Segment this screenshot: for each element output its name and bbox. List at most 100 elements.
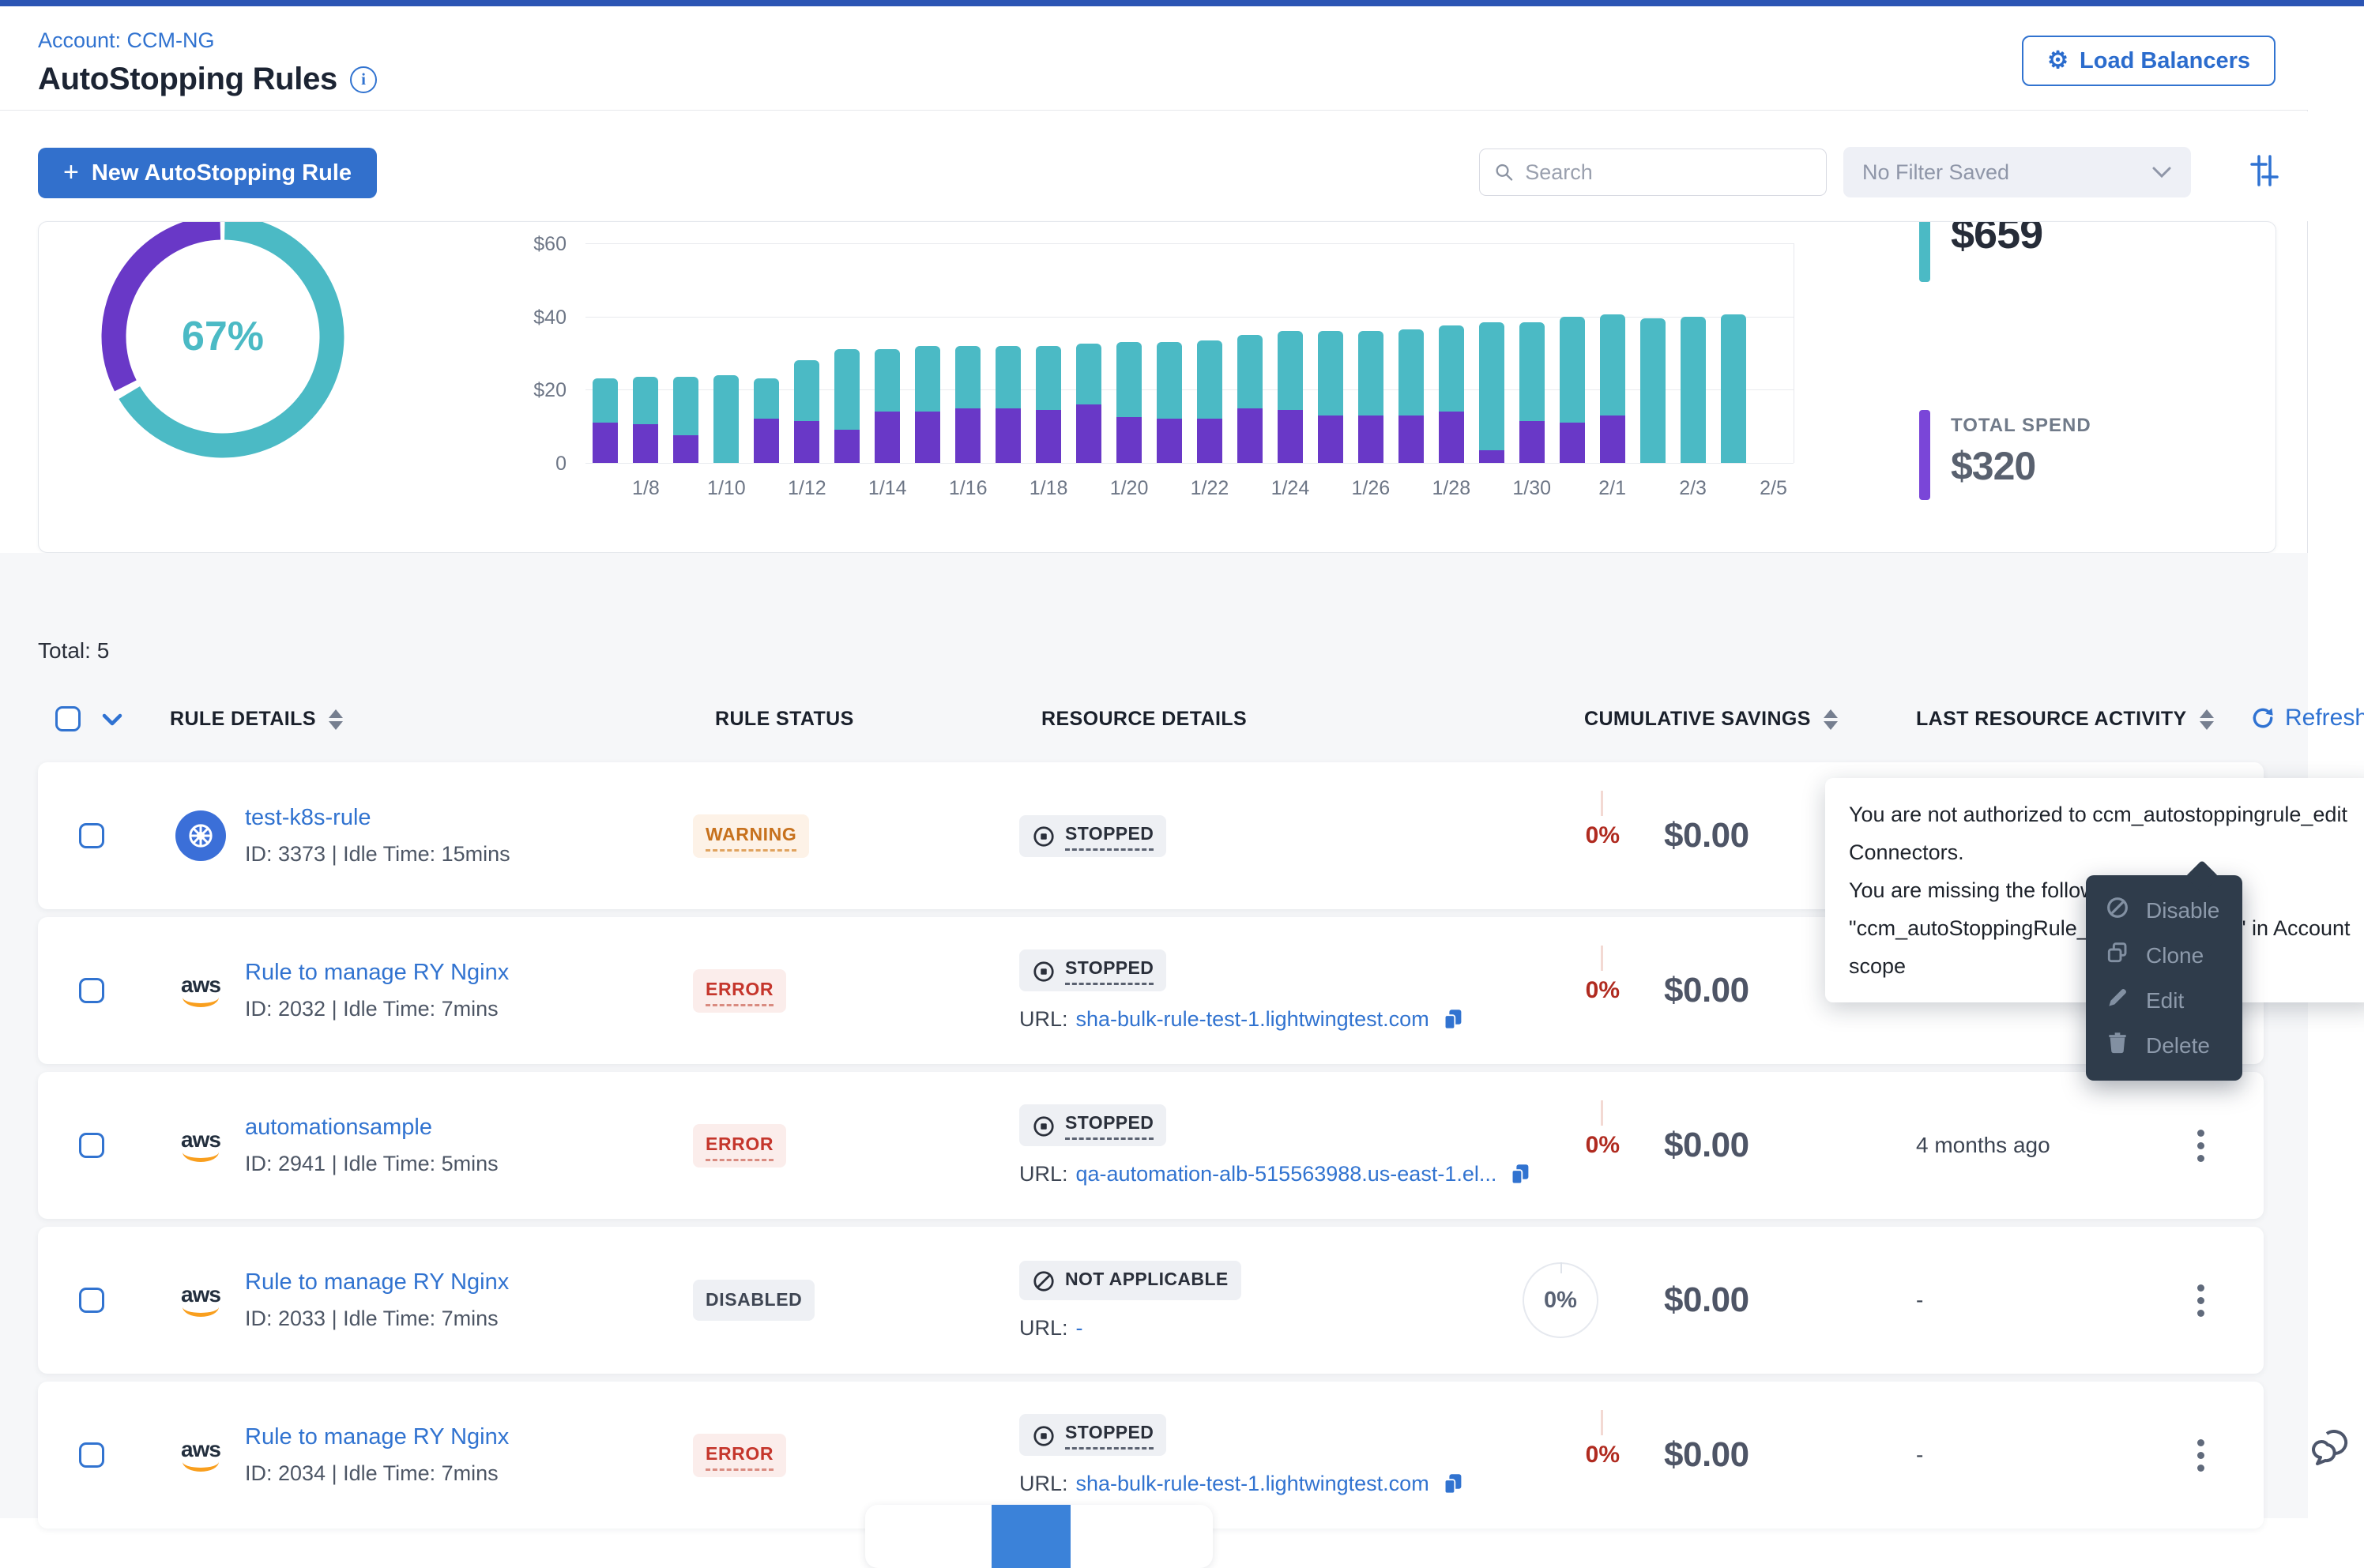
stacked-bar-1/27 <box>1398 329 1424 463</box>
row-menu-kebab[interactable] <box>2185 1436 2216 1474</box>
select-all-checkbox[interactable] <box>55 706 81 731</box>
clone-icon <box>2105 940 2130 971</box>
stacked-bar-1/9 <box>673 377 698 463</box>
x-axis-tick: 1/14 <box>868 477 907 500</box>
url-label: URL: <box>1019 1316 1068 1341</box>
stacked-bar-1/7 <box>593 378 618 463</box>
stacked-bar-1/23 <box>1237 335 1263 463</box>
stacked-bar-2/2 <box>1640 318 1666 463</box>
table-row: aws automationsample ID: 2941 | Idle Time:… <box>38 1072 2264 1219</box>
menu-item-delete[interactable]: Delete <box>2086 1023 2242 1068</box>
row-checkbox[interactable] <box>79 1442 104 1468</box>
menu-item-clone[interactable]: Clone <box>2086 933 2242 978</box>
rules-table-section: Total: 5 RULE DETAILSRULE STATUSRESOURCE… <box>0 553 2308 1518</box>
savings-legend-marker <box>1919 221 1930 282</box>
x-axis-tick: 1/28 <box>1432 477 1470 500</box>
table-row: aws Rule to manage RY Nginx ID: 2033 | Idl… <box>38 1227 2264 1374</box>
page-header: Account: CCM-NG AutoStopping Rules i ⚙ L… <box>0 6 2308 111</box>
aws-icon: aws <box>175 1275 226 1325</box>
y-axis-tick: 0 <box>510 453 567 476</box>
stacked-bar-1/29 <box>1479 322 1504 463</box>
menu-item-disable[interactable]: Disable <box>2086 888 2242 933</box>
plus-icon: + <box>63 159 79 186</box>
row-menu-kebab[interactable] <box>2185 1126 2216 1164</box>
stacked-bar-1/28 <box>1439 325 1464 463</box>
row-checkbox[interactable] <box>79 1133 104 1158</box>
x-axis-tick: 1/26 <box>1352 477 1391 500</box>
savings-amount: $0.00 <box>1664 1280 1749 1320</box>
resource-url-link[interactable]: sha-bulk-rule-test-1.lightwingtest.com <box>1076 1007 1429 1032</box>
new-autostopping-rule-button[interactable]: + New AutoStopping Rule <box>38 148 377 198</box>
stopped-icon <box>1032 960 1056 983</box>
rule-id-idle-time: ID: 2941 | Idle Time: 5mins <box>245 1152 499 1176</box>
refresh-button[interactable]: Refresh <box>2250 705 2364 731</box>
total-spend-stat: TOTAL SPEND $320 <box>1919 410 2091 500</box>
copy-icon[interactable] <box>1442 1008 1464 1032</box>
row-checkbox[interactable] <box>79 823 104 848</box>
search-input[interactable] <box>1525 160 1812 185</box>
filter-panel-button[interactable] <box>2245 152 2283 190</box>
help-chat-button[interactable] <box>2312 1428 2356 1471</box>
resource-url-link[interactable]: sha-bulk-rule-test-1.lightwingtest.com <box>1076 1472 1429 1496</box>
stacked-bar-1/31 <box>1560 317 1585 463</box>
rule-id-idle-time: ID: 2034 | Idle Time: 7mins <box>245 1461 509 1486</box>
sort-icon[interactable] <box>329 709 343 730</box>
x-axis-tick: 2/3 <box>1679 477 1707 500</box>
rule-name-link[interactable]: test-k8s-rule <box>245 805 371 831</box>
savings-percent: 0% <box>1523 1262 1598 1338</box>
filter-sliders-icon <box>2247 153 2282 188</box>
savings-amount: $0.00 <box>1664 816 1749 855</box>
stacked-bar-2/4 <box>1721 314 1746 463</box>
menu-item-edit[interactable]: Edit <box>2086 978 2242 1023</box>
column-header-cumulative-savings[interactable]: CUMULATIVE SAVINGS <box>1584 708 1838 731</box>
account-breadcrumb[interactable]: Account: CCM-NG <box>38 28 215 53</box>
stacked-bar-2/3 <box>1681 317 1706 463</box>
x-axis-tick: 2/5 <box>1760 477 1787 500</box>
stacked-bar-1/11 <box>754 378 779 463</box>
url-label: URL: <box>1019 1007 1068 1032</box>
column-header-rule-details[interactable]: RULE DETAILS <box>170 708 343 731</box>
resource-url-row: URL: sha-bulk-rule-test-1.lightwingtest.c… <box>1019 1007 1464 1032</box>
resource-url-link[interactable]: qa-automation-alb-515563988.us-east-1.el… <box>1076 1162 1497 1186</box>
copy-icon[interactable] <box>1442 1472 1464 1496</box>
search-box <box>1479 149 1827 196</box>
info-icon[interactable]: i <box>350 66 377 93</box>
rule-id-idle-time: ID: 2033 | Idle Time: 7mins <box>245 1307 509 1331</box>
aws-icon: aws <box>175 1120 226 1171</box>
x-axis-tick: 2/1 <box>1598 477 1626 500</box>
x-axis-tick: 1/18 <box>1030 477 1068 500</box>
rule-name-link[interactable]: Rule to manage RY Nginx <box>245 1269 509 1295</box>
page-title: AutoStopping Rules <box>38 62 337 97</box>
select-menu-chevron-icon[interactable] <box>101 713 123 731</box>
pagination-active-page[interactable] <box>992 1505 1071 1568</box>
resource-url-row: URL:sha-bulk-rule-test-1.lightwingtest.c… <box>1019 1472 1464 1496</box>
chat-bubbles-icon <box>2312 1428 2353 1468</box>
resource-state-badge: NOT APPLICABLE <box>1019 1261 1241 1300</box>
last-activity: - <box>1916 1382 1923 1529</box>
x-axis-tick: 1/8 <box>632 477 660 500</box>
savings-amount: $0.00 <box>1664 1126 1749 1165</box>
resource-state-badge: STOPPED <box>1019 1414 1166 1456</box>
rule-name-link[interactable]: Rule to manage RY Nginx <box>245 1424 509 1450</box>
column-header-last-resource-activity[interactable]: LAST RESOURCE ACTIVITY <box>1916 708 2214 731</box>
rule-name-link[interactable]: Rule to manage RY Nginx <box>245 960 509 986</box>
savings-amount: $0.00 <box>1664 971 1749 1010</box>
summary-chart-card: 67% $60$40$2001/81/101/121/141/161/181/2… <box>38 221 2276 553</box>
x-axis-tick: 1/24 <box>1271 477 1310 500</box>
disable-icon <box>2105 895 2130 926</box>
row-checkbox[interactable] <box>79 978 104 1003</box>
row-checkbox[interactable] <box>79 1288 104 1313</box>
rule-name-link[interactable]: automationsample <box>245 1115 432 1141</box>
row-menu-kebab[interactable] <box>2185 1281 2216 1319</box>
url-label: URL: <box>1019 1162 1068 1186</box>
sort-icon[interactable] <box>2200 709 2214 730</box>
load-balancers-button[interactable]: ⚙ Load Balancers <box>2022 36 2276 86</box>
last-activity: 4 months ago <box>1916 1072 2050 1219</box>
saved-filter-dropdown[interactable]: No Filter Saved <box>1843 147 2191 197</box>
resource-url-link[interactable]: - <box>1076 1316 1083 1341</box>
resource-state-badge: STOPPED <box>1019 815 1166 857</box>
stacked-bar-1/12 <box>794 360 819 463</box>
sort-icon[interactable] <box>1824 709 1838 730</box>
x-axis-tick: 1/22 <box>1191 477 1229 500</box>
stacked-bar-1/10 <box>713 375 739 463</box>
